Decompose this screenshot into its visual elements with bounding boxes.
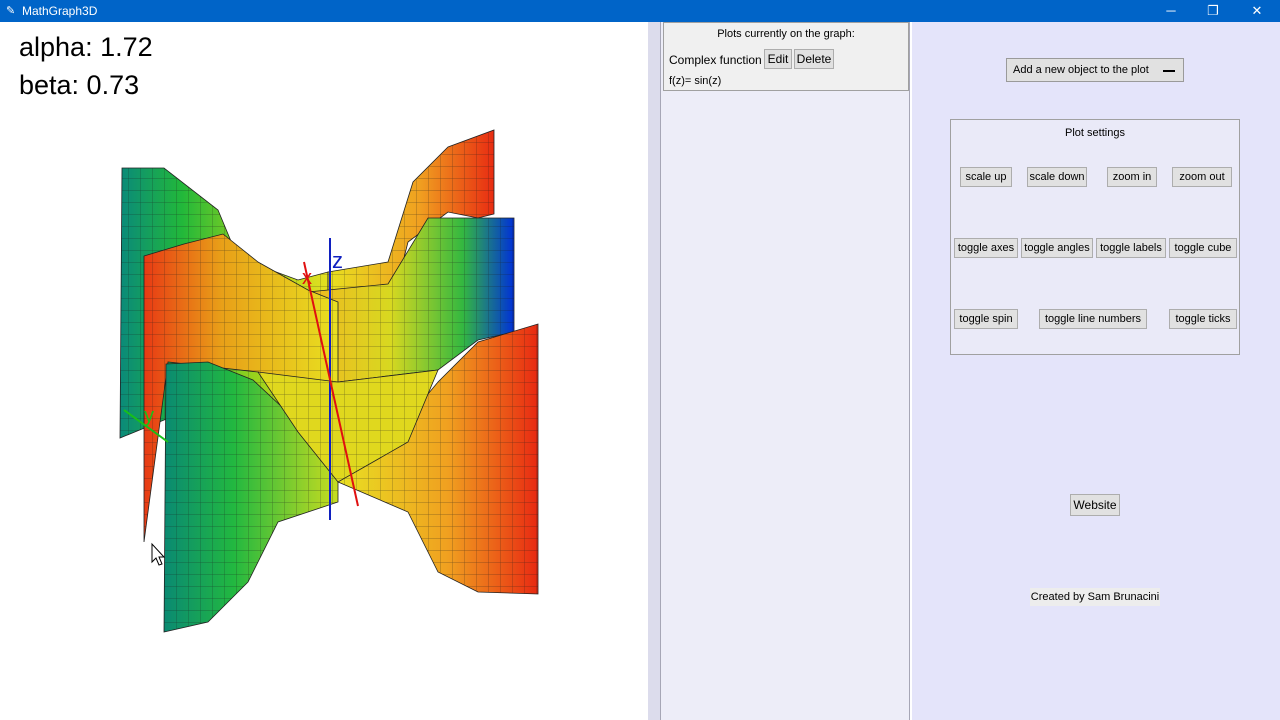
scale-up-button[interactable]: scale up <box>960 167 1012 187</box>
minimize-icon[interactable]: ─ <box>1150 0 1192 22</box>
toggle-angles-button[interactable]: toggle angles <box>1021 238 1093 258</box>
toggle-ticks-button[interactable]: toggle ticks <box>1169 309 1237 329</box>
delete-plot-button[interactable]: Delete <box>794 49 834 69</box>
plots-panel-title: Plots currently on the graph: <box>717 28 855 40</box>
close-icon[interactable]: ✕ <box>1236 0 1278 22</box>
zoom-in-button[interactable]: zoom in <box>1107 167 1157 187</box>
graph-canvas[interactable]: alpha: 1.72 beta: 0.73 x z y <box>8 22 648 720</box>
toggle-axes-button[interactable]: toggle axes <box>954 238 1018 258</box>
add-object-button[interactable]: Add a new object to the plot <box>1006 58 1184 82</box>
mouse-cursor-icon <box>151 542 166 566</box>
x-axis-label: x <box>302 267 312 289</box>
plot-settings-box: Plot settings scale up scale down zoom i… <box>950 119 1240 355</box>
credit-label: Created by Sam Brunacini <box>1030 588 1160 606</box>
y-axis-label: y <box>144 405 154 427</box>
plot-settings-title: Plot settings <box>1065 127 1125 139</box>
zoom-out-button[interactable]: zoom out <box>1172 167 1232 187</box>
restore-icon[interactable]: ❐ <box>1192 0 1234 22</box>
edit-plot-button[interactable]: Edit <box>764 49 792 69</box>
z-axis-label: z <box>332 248 343 273</box>
toggle-cube-button[interactable]: toggle cube <box>1169 238 1237 258</box>
controls-panel: Add a new object to the plot Plot settin… <box>912 22 1280 720</box>
toggle-spin-button[interactable]: toggle spin <box>954 309 1018 329</box>
title-bar: ✎ MathGraph3D ─ ❐ ✕ <box>0 0 1280 22</box>
window-title: MathGraph3D <box>22 4 98 18</box>
plot-list-box: Plots currently on the graph: Complex fu… <box>663 22 909 91</box>
toggle-line-numbers-button[interactable]: toggle line numbers <box>1039 309 1147 329</box>
dash-icon <box>1163 70 1175 72</box>
add-object-label: Add a new object to the plot <box>1013 64 1149 76</box>
plot-item-formula: f(z)= sin(z) <box>669 75 722 87</box>
pen-icon: ✎ <box>6 5 16 17</box>
website-button[interactable]: Website <box>1070 494 1120 516</box>
scale-down-button[interactable]: scale down <box>1027 167 1087 187</box>
toggle-labels-button[interactable]: toggle labels <box>1096 238 1166 258</box>
plot-item-type: Complex function <box>669 53 762 67</box>
panel-divider <box>648 22 660 720</box>
plots-panel: Plots currently on the graph: Complex fu… <box>660 22 910 720</box>
complex-surface-plot: x z y <box>119 129 539 633</box>
